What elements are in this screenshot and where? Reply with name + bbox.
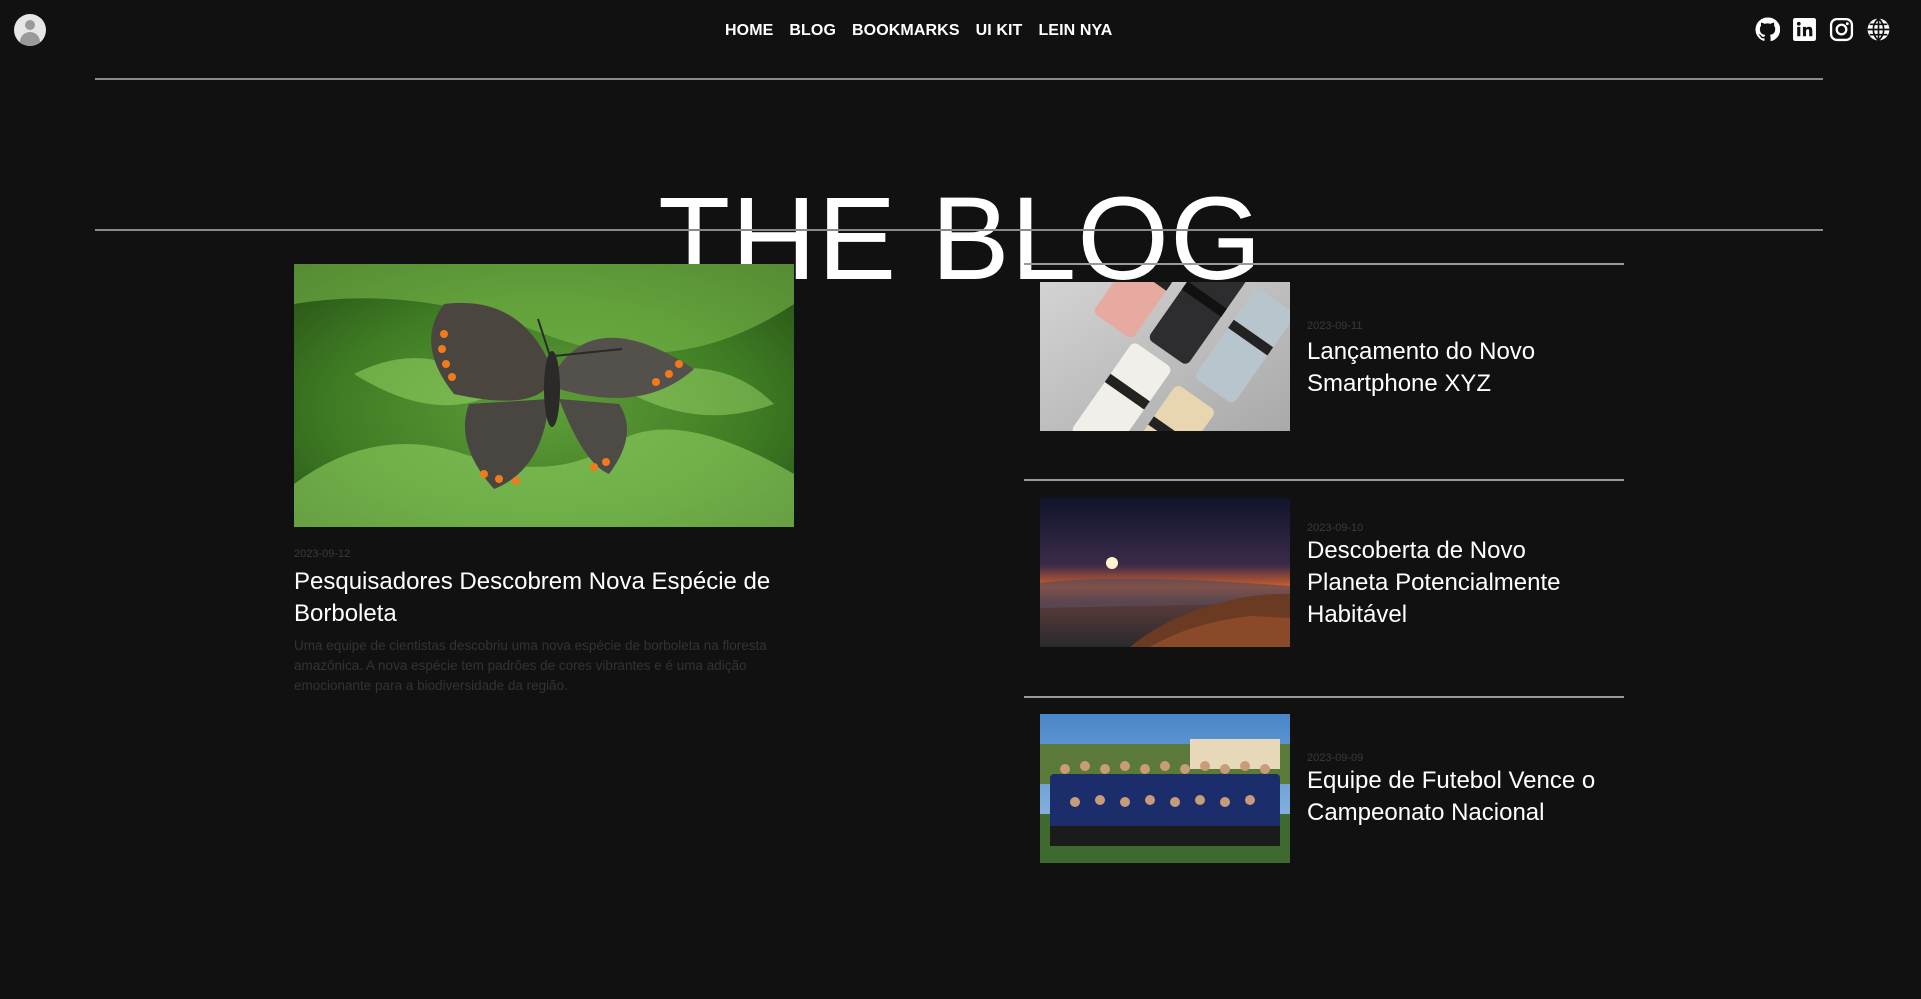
featured-post-excerpt: Uma equipe de cientistas descobriu uma n… (294, 638, 767, 693)
post-date: 2023-09-11 (1307, 320, 1363, 332)
github-icon[interactable] (1755, 17, 1780, 42)
post-title[interactable]: Equipe de Futebol Vence o Campeonato Nac… (1307, 765, 1607, 829)
post-divider (1024, 479, 1624, 481)
post-title[interactable]: Descoberta de Novo Planeta Potencialment… (1307, 535, 1607, 631)
featured-post-date: 2023-09-12 (294, 548, 351, 560)
globe-icon[interactable] (1866, 17, 1891, 42)
social-links (1755, 17, 1891, 42)
featured-post-image[interactable] (294, 264, 794, 527)
post-title[interactable]: Lançamento do Novo Smartphone XYZ (1307, 336, 1607, 400)
avatar-head (25, 20, 35, 30)
featured-post-title[interactable]: Pesquisadores Descobrem Nova Espécie de … (294, 566, 794, 630)
avatar-body (20, 32, 40, 46)
header: HOME BLOG BOOKMARKS UI KIT LEIN NYA (0, 0, 1921, 62)
post-divider (1024, 263, 1624, 265)
nav-ui-kit[interactable]: UI KIT (976, 22, 1023, 40)
post-date: 2023-09-09 (1307, 752, 1364, 764)
nav-lein-nya[interactable]: LEIN NYA (1038, 22, 1112, 40)
linkedin-icon[interactable] (1792, 17, 1817, 42)
post-thumbnail[interactable] (1040, 282, 1290, 431)
title-divider (95, 229, 1823, 231)
avatar[interactable] (14, 14, 46, 46)
instagram-icon[interactable] (1829, 17, 1854, 42)
page-title: THE BLOG (658, 173, 1263, 306)
post-card[interactable]: 2023-09-11 Lançamento do Novo Smartphone… (1040, 282, 1620, 432)
post-card[interactable]: 2023-09-10 Descoberta de Novo Planeta Po… (1040, 498, 1620, 648)
post-card[interactable]: 2023-09-09 Equipe de Futebol Vence o Cam… (1040, 714, 1620, 864)
post-divider (1024, 696, 1624, 698)
post-date: 2023-09-10 (1307, 522, 1364, 534)
nav-blog[interactable]: BLOG (789, 22, 836, 40)
post-thumbnail[interactable] (1040, 714, 1290, 863)
nav-bookmarks[interactable]: BOOKMARKS (852, 22, 960, 40)
main-nav: HOME BLOG BOOKMARKS UI KIT LEIN NYA (725, 22, 1112, 40)
featured-post[interactable]: 2023-09-12 Pesquisadores Descobrem Nova … (294, 264, 794, 696)
nav-home[interactable]: HOME (725, 22, 773, 40)
post-thumbnail[interactable] (1040, 498, 1290, 647)
top-divider (95, 78, 1823, 80)
